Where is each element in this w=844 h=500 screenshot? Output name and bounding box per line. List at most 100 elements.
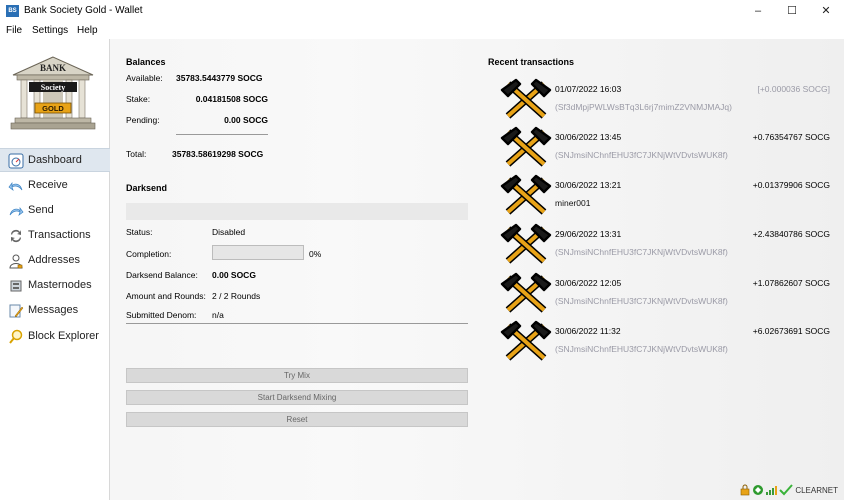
transaction-date: 29/06/2022 13:31 xyxy=(555,229,622,239)
darksend-divider xyxy=(126,323,468,324)
sidebar-item-block-explorer[interactable]: Block Explorer xyxy=(0,325,110,349)
transaction-address: (SNJmsiNChnfEHU3fC7JKNjWtVDvtsWUK8f) xyxy=(555,247,728,257)
balance-divider xyxy=(176,134,268,135)
transaction-row[interactable]: 30/06/2022 11:32 +6.02673691 SOCG (SNJmsiN… xyxy=(496,318,836,362)
sidebar-item-label: Dashboard xyxy=(28,154,82,166)
transaction-address: (SNJmsiNChnfEHU3fC7JKNjWtVDvtsWUK8f) xyxy=(555,296,728,306)
completion-progress-bar xyxy=(212,245,304,260)
transaction-amount: +0.76354767 SOCG xyxy=(752,132,830,142)
lock-icon xyxy=(740,484,750,496)
total-value: 35783.58619298 SOCG xyxy=(172,149,264,159)
status-icons xyxy=(740,484,793,496)
window-title: Bank Society Gold - Wallet xyxy=(24,5,143,16)
rounds-label: Amount and Rounds: xyxy=(126,291,206,301)
menu-help[interactable]: Help xyxy=(77,25,98,36)
mining-pickaxe-icon xyxy=(500,272,552,313)
transaction-address: miner001 xyxy=(555,198,591,208)
sidebar-item-messages[interactable]: Messages xyxy=(0,299,110,323)
sidebar-item-receive[interactable]: Receive xyxy=(0,174,110,198)
transaction-amount: +6.02673691 SOCG xyxy=(752,326,830,336)
network-status: CLEARNET xyxy=(795,486,838,495)
sidebar-item-label: Messages xyxy=(28,304,79,316)
darksend-balance-value: 0.00 SOCG xyxy=(212,270,256,280)
transaction-row[interactable]: 30/06/2022 12:05 +1.07862607 SOCG (SNJmsiN… xyxy=(496,270,836,314)
sidebar-item-label: Addresses xyxy=(28,254,80,266)
darksend-balance-label: Darksend Balance: xyxy=(126,270,198,280)
transactions-icon xyxy=(11,229,21,243)
sidebar-item-label: Block Explorer xyxy=(28,330,99,342)
address-book-icon xyxy=(9,254,23,269)
transaction-date: 30/06/2022 13:21 xyxy=(555,180,622,190)
sidebar-item-masternodes[interactable]: Masternodes xyxy=(0,274,110,298)
bank-society-gold-logo: BANK Society GOLD xyxy=(7,51,99,135)
transaction-address: (SNJmsiNChnfEHU3fC7JKNjWtVDvtsWUK8f) xyxy=(555,150,728,160)
app-icon: BS xyxy=(6,5,19,17)
pending-value: 0.00 SOCG xyxy=(224,115,268,125)
menu-settings[interactable]: Settings xyxy=(32,25,68,36)
close-button[interactable]: ✕ xyxy=(811,2,841,20)
transaction-date: 30/06/2022 12:05 xyxy=(555,278,622,288)
sidebar-item-label: Transactions xyxy=(28,229,91,241)
sidebar: BANK Society GOLD Dashboard Receive Send… xyxy=(0,39,110,500)
transaction-address: (Sf3dMpjPWLWsBTq3L6rj7mimZ2VNMJMAJq) xyxy=(555,102,732,112)
start-darksend-mixing-button[interactable]: Start Darksend Mixing xyxy=(126,390,468,405)
checkmark-icon xyxy=(779,484,793,496)
maximize-button[interactable]: ☐ xyxy=(777,2,807,20)
svg-text:GOLD: GOLD xyxy=(42,104,64,113)
transaction-address: (SNJmsiNChnfEHU3fC7JKNjWtVDvtsWUK8f) xyxy=(555,344,728,354)
sidebar-item-label: Receive xyxy=(28,179,68,191)
svg-text:Society: Society xyxy=(41,83,65,92)
mining-pickaxe-icon xyxy=(500,126,552,167)
mining-pickaxe-icon xyxy=(500,78,552,119)
sync-ok-icon xyxy=(753,485,763,495)
messages-icon xyxy=(9,304,24,318)
signal-bars-icon xyxy=(766,486,777,495)
sidebar-item-dashboard[interactable]: Dashboard xyxy=(0,148,110,172)
receive-arrow-icon xyxy=(8,181,23,191)
transaction-amount: +0.01379906 SOCG xyxy=(752,180,830,190)
menu-file[interactable]: File xyxy=(6,25,22,36)
transaction-row[interactable]: 30/06/2022 13:45 +0.76354767 SOCG (SNJmsiN… xyxy=(496,124,836,168)
menu-bar: File Settings Help xyxy=(0,22,844,39)
transaction-date: 30/06/2022 13:45 xyxy=(555,132,622,142)
send-arrow-icon xyxy=(9,206,24,216)
sidebar-item-label: Masternodes xyxy=(28,279,92,291)
rounds-value: 2 / 2 Rounds xyxy=(212,291,261,301)
transaction-date: 01/07/2022 16:03 xyxy=(555,84,622,94)
recent-transactions-title: Recent transactions xyxy=(488,57,575,67)
transaction-date: 30/06/2022 11:32 xyxy=(555,326,621,336)
pending-label: Pending: xyxy=(126,115,160,125)
transaction-amount: +1.07862607 SOCG xyxy=(752,278,830,288)
mining-pickaxe-icon xyxy=(500,174,552,215)
try-mix-button[interactable]: Try Mix xyxy=(126,368,468,383)
total-label: Total: xyxy=(126,149,147,159)
status-label: Status: xyxy=(126,227,153,237)
darksend-title: Darksend xyxy=(126,183,168,193)
magnifier-icon xyxy=(9,329,23,344)
transaction-row[interactable]: 29/06/2022 13:31 +2.43840786 SOCG (SNJmsiN… xyxy=(496,221,836,265)
dashboard-icon xyxy=(8,153,24,169)
available-label: Available: xyxy=(126,73,163,83)
sidebar-item-label: Send xyxy=(28,204,54,216)
transaction-amount: [+0.000036 SOCG] xyxy=(757,84,830,94)
title-bar: BS Bank Society Gold - Wallet – ☐ ✕ xyxy=(0,0,844,22)
stake-label: Stake: xyxy=(126,94,151,104)
masternode-icon xyxy=(10,280,22,292)
mining-pickaxe-icon xyxy=(500,320,552,361)
completion-value: 0% xyxy=(309,249,322,259)
available-value: 35783.5443779 SOCG xyxy=(176,73,263,83)
balances-title: Balances xyxy=(126,57,166,67)
minimize-button[interactable]: – xyxy=(743,2,773,20)
sidebar-item-send[interactable]: Send xyxy=(0,199,110,223)
reset-button[interactable]: Reset xyxy=(126,412,468,427)
darksend-banner xyxy=(126,203,468,220)
svg-text:BANK: BANK xyxy=(40,63,66,73)
sidebar-item-transactions[interactable]: Transactions xyxy=(0,224,110,248)
sidebar-item-addresses[interactable]: Addresses xyxy=(0,249,110,273)
denom-label: Submitted Denom: xyxy=(126,310,197,320)
status-value: Disabled xyxy=(212,227,246,237)
transaction-row[interactable]: 30/06/2022 13:21 +0.01379906 SOCG miner001 xyxy=(496,172,836,216)
transaction-amount: +2.43840786 SOCG xyxy=(752,229,830,239)
mining-pickaxe-icon xyxy=(500,223,552,264)
transaction-row[interactable]: 01/07/2022 16:03 [+0.000036 SOCG] (Sf3dMpj… xyxy=(496,76,836,120)
